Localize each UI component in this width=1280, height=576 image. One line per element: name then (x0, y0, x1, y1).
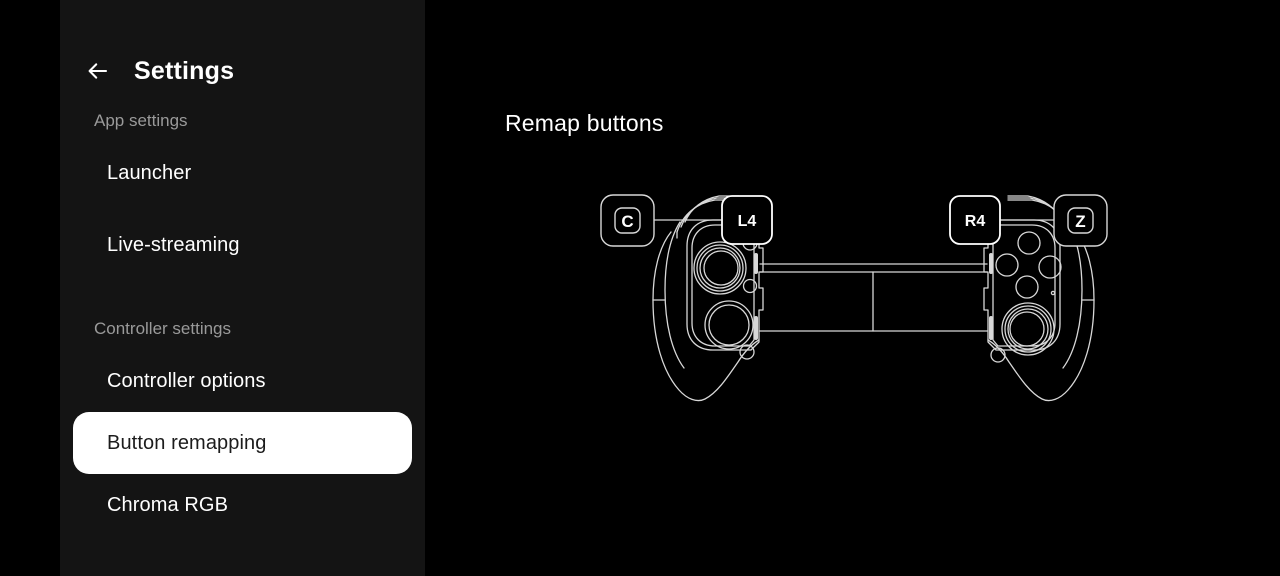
badge-label-R4: R4 (965, 213, 986, 230)
sidebar-item-label: Controller options (107, 370, 266, 392)
app-screen: 16:58 (0, 0, 1280, 576)
back-button[interactable] (74, 47, 122, 95)
sidebar-section-controller-settings: Controller settings (94, 319, 232, 338)
sidebar-item-button-remapping[interactable]: Button remapping (73, 412, 412, 474)
controller-remap-diagram: L4 R4 C Z (425, 0, 1280, 576)
sidebar-item-label: Launcher (107, 162, 192, 184)
sidebar-item-live-streaming[interactable]: Live-streaming (73, 214, 412, 276)
key-label-C: C (621, 212, 633, 231)
main-panel: Remap buttons L4 R4 C Z (425, 0, 1280, 576)
sidebar-list: App settings Launcher Live-streaming Con… (60, 100, 425, 536)
sidebar-item-controller-options[interactable]: Controller options (73, 350, 412, 412)
sidebar-item-chroma-rgb[interactable]: Chroma RGB (73, 474, 412, 536)
back-arrow-icon (88, 63, 108, 79)
page-title: Settings (134, 56, 235, 85)
center-bridge (759, 263, 988, 332)
sidebar-section-app-settings: App settings (94, 111, 188, 130)
sidebar-item-launcher[interactable]: Launcher (73, 142, 412, 204)
badge-label-L4: L4 (738, 213, 757, 230)
settings-sidebar: Settings App settings Launcher Live-stre… (60, 0, 425, 576)
sidebar-item-label: Chroma RGB (107, 494, 229, 516)
sidebar-item-label: Live-streaming (107, 234, 240, 256)
sidebar-item-label: Button remapping (107, 432, 267, 454)
sidebar-header: Settings (60, 44, 425, 98)
key-label-Z: Z (1075, 212, 1085, 231)
